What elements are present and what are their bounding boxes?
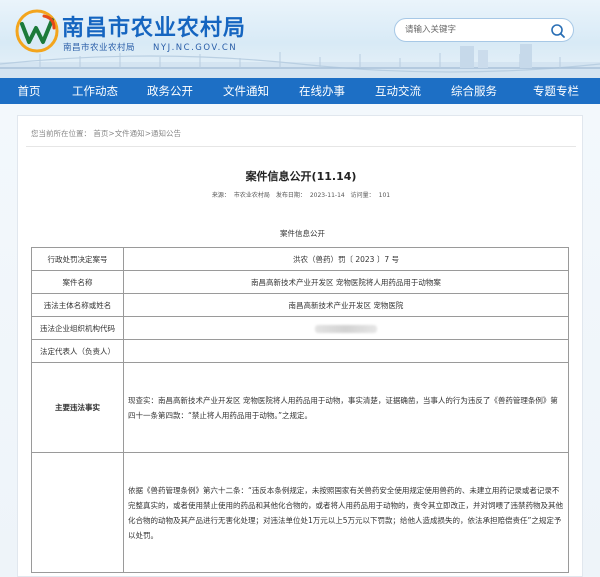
nav-file-notices[interactable]: 文件通知 [208,78,284,104]
search-icon[interactable] [549,22,567,40]
table-key: 行政处罚决定案号 [31,247,124,271]
article-meta: 来源： 市农业农村局 发布日期： 2023-11-14 访问量： 101 [18,190,584,199]
site-domain: NYJ.NC.GOV.CN [153,43,238,53]
breadcrumb-prefix: 您当前所在位置： [31,129,91,138]
nav-gov-affairs[interactable]: 政务公开 [132,78,208,104]
nav-home[interactable]: 首页 [0,78,58,104]
site-subtitle-text: 南昌市农业农村局 [63,43,136,53]
table-value-redacted [123,316,569,340]
site-header: 南昌市农业农村局 南昌市农业农村局 NYJ.NC.GOV.CN [0,0,600,78]
site-subtitle: 南昌市农业农村局 NYJ.NC.GOV.CN [63,41,237,53]
table-value: 南昌高新技术产业开发区 宠物医院 [123,293,569,317]
nav-special-topics[interactable]: 专题专栏 [512,78,600,104]
nav-work-news[interactable]: 工作动态 [58,78,132,104]
article-title: 案件信息公开(11.14) [245,170,357,183]
table-row: 违法企业组织机构代码 [31,316,569,340]
nav-online-services[interactable]: 在线办事 [284,78,360,104]
breadcrumb-home-link[interactable]: 首页 [93,129,108,138]
breadcrumb: 您当前所在位置： 首页>文件通知>通知公告 [31,128,181,139]
case-info-table: 行政处罚决定案号 洪农（兽药）罚〔 2023 〕7 号 案件名称 南昌高新技术产… [31,247,569,573]
main-violation-facts: 现查实：南昌高新技术产业开发区 宠物医院将人用药品用于动物，事实清楚，证据确凿，… [123,362,569,453]
table-key: 案件名称 [31,270,124,294]
bureau-logo-icon[interactable] [14,8,60,54]
site-title: 南昌市农业农村局 [62,16,247,41]
table-key-facts: 主要违法事实 [31,362,124,453]
divider [26,146,576,147]
article-panel: 您当前所在位置： 首页>文件通知>通知公告 案件信息公开(11.14) 来源：市… [17,115,583,577]
nav-interaction[interactable]: 互动交流 [360,78,436,104]
table-value: 南昌高新技术产业开发区 宠物医院将人用药品用于动物案 [123,270,569,294]
table-row: 依据《兽药管理条例》第六十二条：“违反本条例规定，未按照国家有关兽药安全使用规定… [31,452,569,573]
table-key: 法定代表人（负责人） [31,339,124,363]
article-views: 101 [378,192,391,199]
table-row: 法定代表人（负责人） [31,339,569,363]
table-row: 主要违法事实 现查实：南昌高新技术产业开发区 宠物医院将人用药品用于动物，事实清… [31,362,569,453]
date-label: 发布日期： [275,192,306,199]
penalty-basis: 依据《兽药管理条例》第六十二条：“违反本条例规定，未按照国家有关兽药安全使用规定… [123,452,569,573]
table-row: 案件名称 南昌高新技术产业开发区 宠物医院将人用药品用于动物案 [31,270,569,294]
search-input[interactable] [405,22,535,38]
table-value: 洪农（兽药）罚〔 2023 〕7 号 [123,247,569,271]
breadcrumb-notice-link[interactable]: 通知公告 [151,129,181,138]
nav-comprehensive-services[interactable]: 综合服务 [436,78,512,104]
article-source: 市农业农村局 [233,192,270,199]
table-key-empty [31,452,124,573]
views-label: 访问量： [350,192,375,199]
table-value [123,339,569,363]
redacted-block [315,324,377,333]
article-subheading: 案件信息公开 [280,229,325,238]
breadcrumb-files-link[interactable]: 文件通知 [115,129,145,138]
table-key: 违法主体名称或姓名 [31,293,124,317]
main-nav: 首页 工作动态 政务公开 文件通知 在线办事 互动交流 综合服务 专题专栏 [0,78,600,104]
search-box [394,18,574,42]
article-date: 2023-11-14 [309,192,345,199]
source-label: 来源： [211,192,230,199]
table-key: 违法企业组织机构代码 [31,316,124,340]
table-row: 违法主体名称或姓名 南昌高新技术产业开发区 宠物医院 [31,293,569,317]
table-row: 行政处罚决定案号 洪农（兽药）罚〔 2023 〕7 号 [31,247,569,271]
